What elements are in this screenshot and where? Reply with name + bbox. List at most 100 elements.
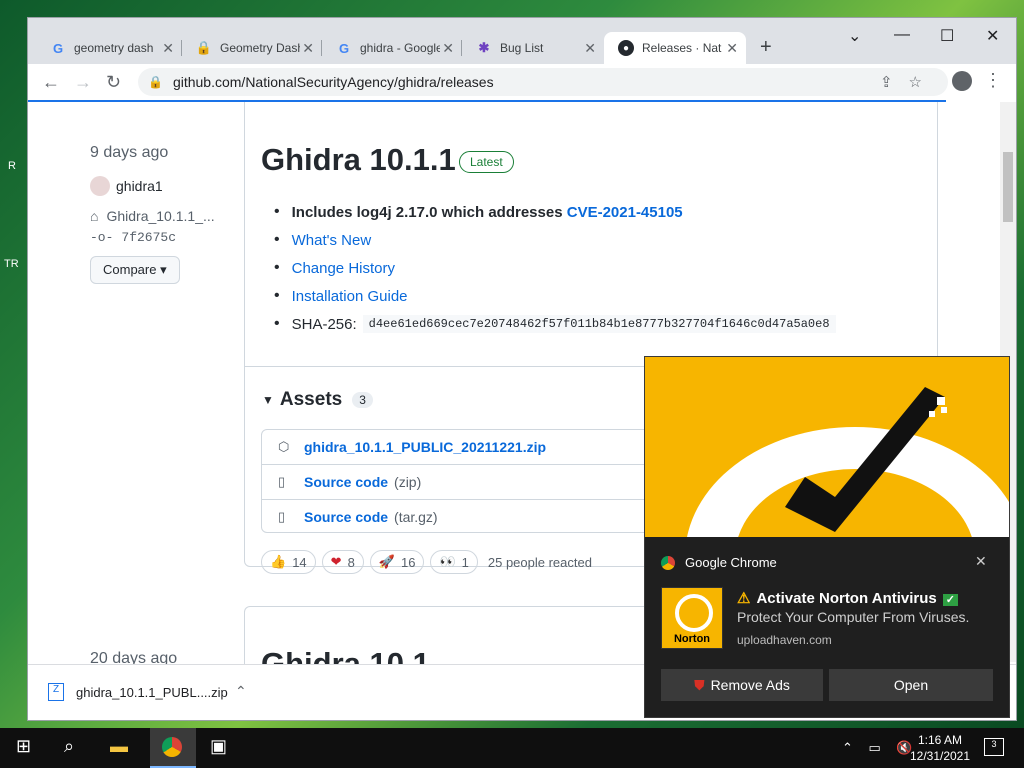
clock-time: 1:16 AM [917, 733, 963, 747]
release-title[interactable]: Ghidra 10.1.1 [261, 142, 456, 178]
file-zip-icon: ▯ [278, 474, 286, 489]
tab-ghidra-search[interactable]: G ghidra - Google ✕ [322, 32, 462, 64]
browser-toolbar: ← → ↻ 🔒 github.com/NationalSecurityAgenc… [28, 64, 1016, 100]
tab-title: ghidra - Google [360, 41, 440, 55]
notification-url: uploadhaven.com [737, 633, 832, 647]
list-item: What's New [274, 226, 836, 254]
tag-icon: ⌂ [90, 208, 99, 224]
new-tab-button[interactable]: + [760, 36, 772, 59]
tab-strip: G geometry dash ✕ 🔒 Geometry Dash ✕ G gh… [28, 18, 1016, 64]
close-icon[interactable]: ✕ [162, 40, 174, 57]
taskbar-clock[interactable]: 1:16 AM 12/31/2021 [908, 732, 972, 764]
notification-count: 3 [991, 739, 997, 749]
warning-icon: ⚠ [737, 590, 751, 607]
asset-name[interactable]: Source code [304, 474, 388, 490]
tab-geometry-dash-search[interactable]: G geometry dash ✕ [36, 32, 182, 64]
google-icon: G [338, 40, 350, 56]
reaction-rocket[interactable]: 🚀 16 [369, 550, 425, 574]
close-icon[interactable]: ✕ [975, 553, 987, 570]
reaction-count: 14 [292, 554, 307, 570]
tab-bug-list[interactable]: ✱ Bug List ✕ [462, 32, 604, 64]
release-tag[interactable]: ⌂ Ghidra_10.1.1_... [90, 208, 215, 224]
desktop-icon-label: R [8, 160, 16, 172]
close-icon[interactable]: ✕ [726, 40, 738, 57]
chrome-notification: Google Chrome ✕ Norton ⚠ Activate Norton … [644, 356, 1010, 718]
download-filename: ghidra_10.1.1_PUBL....zip [76, 684, 228, 700]
lock-icon: 🔒 [195, 40, 213, 55]
cve-link[interactable]: CVE-2021-45105 [567, 204, 683, 221]
whats-new-link[interactable]: What's New [292, 232, 372, 249]
asset-name[interactable]: ghidra_10.1.1_PUBLIC_20211221.zip [304, 439, 546, 455]
file-zip-icon: ▯ [278, 509, 286, 524]
log4j-text: Includes log4j 2.17.0 which addresses [291, 203, 563, 221]
asset-ext: (zip) [394, 474, 422, 490]
back-arrow-icon[interactable]: ← [42, 72, 60, 93]
share-star-icons[interactable]: ⇪☆ [880, 73, 938, 91]
scrollbar-thumb[interactable] [1003, 152, 1013, 222]
tab-geometry-dash[interactable]: 🔒 Geometry Dash ✕ [182, 32, 322, 64]
remove-ads-button[interactable]: ⛊ Remove Ads [661, 669, 823, 701]
github-icon: ● [618, 40, 634, 56]
menu-kebab-icon[interactable]: ⋮ [984, 70, 1002, 91]
maximize-icon[interactable]: ☐ [940, 26, 954, 46]
window-close-icon[interactable]: ✕ [986, 26, 999, 46]
compare-label: Compare [103, 262, 157, 277]
app-taskbar-icon[interactable]: ▣ [210, 736, 227, 757]
close-icon[interactable]: ✕ [442, 40, 454, 57]
forward-arrow-icon[interactable]: → [74, 72, 92, 93]
list-item: Includes log4j 2.17.0 which addresses CV… [274, 198, 836, 226]
release-author[interactable]: ghidra1 [90, 176, 163, 196]
chevron-up-icon[interactable]: ⌃ [235, 683, 247, 700]
reacted-text: 25 people reacted [487, 554, 592, 570]
tab-releases[interactable]: ● Releases · National ✕ [604, 32, 746, 64]
tab-title: Releases · National [642, 41, 722, 55]
installation-guide-link[interactable]: Installation Guide [292, 288, 408, 305]
list-item: Change History [274, 254, 836, 282]
reaction-heart[interactable]: ❤ 8 [321, 550, 364, 574]
close-icon[interactable]: ✕ [302, 40, 314, 57]
reaction-count: 8 [347, 554, 355, 570]
asset-row[interactable]: ▯ Source code (zip) [262, 465, 662, 500]
notification-title: ⚠ Activate Norton Antivirus ✓ [737, 589, 958, 607]
change-history-link[interactable]: Change History [292, 260, 395, 277]
open-button[interactable]: Open [829, 669, 993, 701]
profile-avatar-icon[interactable] [952, 71, 972, 91]
windows-start-icon[interactable]: ⊞ [16, 736, 31, 757]
title-text: Activate Norton Antivirus [756, 590, 937, 607]
triangle-down-icon: ▼ [262, 393, 274, 407]
norton-banner-image [645, 357, 1009, 537]
sha-label: SHA-256: [291, 315, 357, 333]
download-item[interactable]: Z ghidra_10.1.1_PUBL....zip [48, 683, 228, 701]
url-text: github.com/NationalSecurityAgency/ghidra… [172, 74, 494, 90]
release-commit[interactable]: -o- 7f2675c [90, 230, 176, 245]
reaction-count: 16 [400, 554, 416, 570]
eyes-icon: 👀 [439, 554, 456, 569]
asset-name[interactable]: Source code [304, 509, 388, 525]
minimize-icon[interactable]: — [894, 26, 910, 44]
tab-title: Geometry Dash [220, 41, 300, 55]
asset-row[interactable]: ⬡ ghidra_10.1.1_PUBLIC_20211221.zip [262, 430, 662, 465]
chrome-taskbar-button[interactable] [150, 728, 196, 768]
tab-search-chevron-icon[interactable]: ⌄ [848, 26, 861, 46]
reaction-thumbs-up[interactable]: 👍 14 [261, 550, 316, 574]
norton-ring [675, 594, 713, 632]
release-date: 9 days ago [90, 144, 169, 161]
address-bar[interactable]: 🔒 github.com/NationalSecurityAgency/ghid… [138, 68, 948, 96]
reaction-eyes[interactable]: 👀 1 [430, 550, 478, 574]
notification-source: Google Chrome [661, 555, 777, 570]
close-icon[interactable]: ✕ [584, 40, 596, 57]
google-icon: G [52, 40, 64, 56]
asset-ext: (tar.gz) [394, 509, 438, 525]
asset-row[interactable]: ▯ Source code (tar.gz) [262, 500, 662, 534]
notification-body: Protect Your Computer From Viruses. [737, 609, 970, 625]
search-icon[interactable]: ⌕ [64, 736, 74, 757]
commit-sha: 7f2675c [121, 230, 177, 245]
assets-toggle[interactable]: ▼ Assets 3 [262, 389, 373, 411]
compare-button[interactable]: Compare ▾ [90, 256, 180, 284]
clock-date: 12/31/2021 [909, 749, 971, 763]
reload-icon[interactable]: ↻ [106, 72, 121, 93]
desktop-icon-label: TR [4, 258, 19, 270]
action-center-icon[interactable]: 3 [984, 738, 1004, 756]
file-explorer-icon[interactable]: ▬ [110, 736, 128, 757]
assets-count: 3 [352, 392, 373, 408]
